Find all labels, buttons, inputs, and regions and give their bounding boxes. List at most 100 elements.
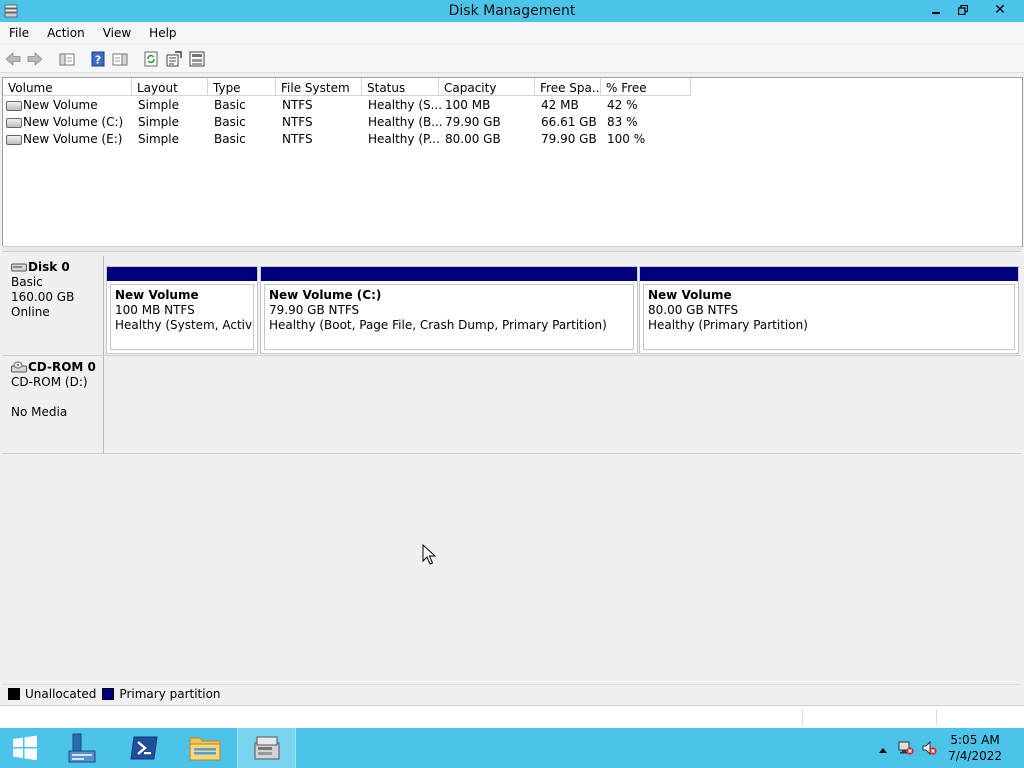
legend: Unallocated Primary partition [2, 684, 1021, 702]
cdrom-0-row[interactable]: CD-ROM 0 CD-ROM (D:) No Media [2, 356, 1021, 454]
volume-row[interactable]: New Volume (E:) Simple Basic NTFS Health… [3, 131, 703, 148]
mouse-cursor-icon [422, 544, 436, 565]
restore-button[interactable] [949, 0, 976, 20]
help-icon[interactable]: ? [89, 50, 107, 68]
column-header-free-space[interactable]: Free Spa... [535, 78, 601, 96]
volume-free-space: 79.90 GB [541, 132, 597, 146]
volume-capacity: 100 MB [445, 98, 491, 112]
volume-muted-icon[interactable] [921, 740, 937, 756]
status-separator [802, 709, 803, 725]
disk-management-icon [254, 736, 279, 760]
volume-status: Healthy (P... [368, 132, 440, 146]
taskbar-file-explorer[interactable] [175, 728, 234, 768]
column-header-volume[interactable]: Volume [3, 78, 132, 96]
disk-0-row[interactable]: Disk 0 Basic 160.00 GB Online New Volume… [2, 256, 1021, 356]
minimize-icon [931, 12, 940, 14]
primary-partition-swatch [102, 687, 115, 700]
status-bar [0, 705, 1024, 728]
column-header-file-system[interactable]: File System [276, 78, 362, 96]
volume-layout: Simple [138, 132, 179, 146]
column-header-layout[interactable]: Layout [132, 78, 208, 96]
clock[interactable]: 5:05 AM 7/4/2022 [948, 732, 1002, 764]
disk-map-pane[interactable]: Disk 0 Basic 160.00 GB Online New Volume… [2, 252, 1021, 682]
show-hidden-icons-icon[interactable] [875, 743, 891, 759]
svg-text:?: ? [95, 54, 101, 67]
back-arrow-icon[interactable] [4, 50, 22, 68]
cdrom-media: No Media [11, 405, 68, 419]
start-button[interactable] [0, 728, 50, 768]
cdrom-empty-area [106, 356, 1021, 453]
status-separator [936, 709, 937, 725]
volume-capacity: 79.90 GB [445, 115, 501, 129]
volume-percent-free: 42 % [607, 98, 638, 112]
close-button[interactable]: ✕ [976, 0, 1024, 20]
partition-status: Healthy (Boot, Page File, Crash Dump, Pr… [269, 318, 607, 332]
properties-icon[interactable] [165, 50, 183, 68]
partition-c[interactable]: New Volume (C:) 79.90 GB NTFS Healthy (B… [260, 266, 638, 354]
column-header-capacity[interactable]: Capacity [439, 78, 535, 96]
primary-partition-band [107, 267, 257, 281]
legend-primary-partition: Primary partition [119, 686, 221, 701]
column-header-type[interactable]: Type [208, 78, 276, 96]
partition-status: Healthy (Primary Partition) [648, 318, 808, 332]
title-bar[interactable]: Disk Management ✕ [0, 0, 1024, 22]
taskbar-disk-management[interactable] [237, 728, 296, 768]
volume-type: Basic [214, 132, 246, 146]
cdrom-0-label[interactable]: CD-ROM 0 CD-ROM (D:) No Media [2, 356, 104, 453]
refresh-icon[interactable] [142, 50, 160, 68]
menu-view[interactable]: View [94, 26, 140, 40]
menu-action[interactable]: Action [38, 26, 94, 40]
volume-type: Basic [214, 115, 246, 129]
partition-size-fs: 80.00 GB NTFS [648, 303, 739, 317]
minimize-button[interactable] [922, 0, 949, 20]
disk-state: Online [11, 305, 50, 319]
taskbar-powershell[interactable] [114, 728, 173, 768]
primary-partition-band [640, 267, 1018, 281]
volume-file-system: NTFS [282, 98, 313, 112]
disk-0-label[interactable]: Disk 0 Basic 160.00 GB Online [2, 256, 104, 355]
primary-partition-band [261, 267, 637, 281]
disk-properties-icon[interactable] [188, 50, 206, 68]
column-header-percent-free[interactable]: % Free [601, 78, 691, 96]
volume-icon [6, 135, 22, 145]
volume-status: Healthy (S... [368, 98, 443, 112]
volume-percent-free: 100 % [607, 132, 646, 146]
volume-capacity: 80.00 GB [445, 132, 501, 146]
forward-arrow-icon[interactable] [26, 50, 44, 68]
menu-file[interactable]: File [0, 26, 38, 40]
disk-name: Disk 0 [28, 260, 70, 274]
disk-size: 160.00 GB [11, 290, 75, 304]
clock-date: 7/4/2022 [948, 749, 1002, 763]
volume-icon [6, 118, 22, 128]
volume-list[interactable]: Volume Layout Type File System Status Ca… [2, 77, 1023, 247]
partition-name: New Volume (C:) [269, 288, 382, 302]
disk-type: Basic [11, 275, 43, 289]
partition-name: New Volume [648, 288, 732, 302]
network-icon[interactable] [898, 740, 914, 756]
volume-file-system: NTFS [282, 115, 313, 129]
volume-free-space: 42 MB [541, 98, 579, 112]
volume-free-space: 66.61 GB [541, 115, 597, 129]
cd-drive-icon [11, 361, 27, 373]
volume-icon [6, 101, 22, 111]
partition-e[interactable]: New Volume 80.00 GB NTFS Healthy (Primar… [639, 266, 1019, 354]
restore-icon [957, 5, 968, 15]
action-pane-icon[interactable] [111, 50, 129, 68]
column-header-status[interactable]: Status [362, 78, 439, 96]
volume-row[interactable]: New Volume (C:) Simple Basic NTFS Health… [3, 114, 703, 131]
taskbar-server-manager[interactable] [52, 728, 111, 768]
volume-layout: Simple [138, 98, 179, 112]
volume-name: New Volume (E:) [23, 132, 123, 146]
powershell-icon [129, 736, 158, 760]
partition-size-fs: 79.90 GB NTFS [269, 303, 360, 317]
cdrom-name: CD-ROM 0 [28, 360, 96, 374]
volume-layout: Simple [138, 115, 179, 129]
window-title: Disk Management [448, 3, 576, 19]
menu-help[interactable]: Help [140, 26, 185, 40]
hard-disk-icon [11, 263, 27, 272]
file-explorer-icon [189, 737, 220, 761]
taskbar: 5:05 AM 7/4/2022 [0, 728, 1024, 768]
show-hide-console-tree-icon[interactable] [58, 50, 76, 68]
partition-system-reserved[interactable]: New Volume 100 MB NTFS Healthy (System, … [106, 266, 258, 354]
volume-row[interactable]: New Volume Simple Basic NTFS Healthy (S.… [3, 97, 703, 114]
